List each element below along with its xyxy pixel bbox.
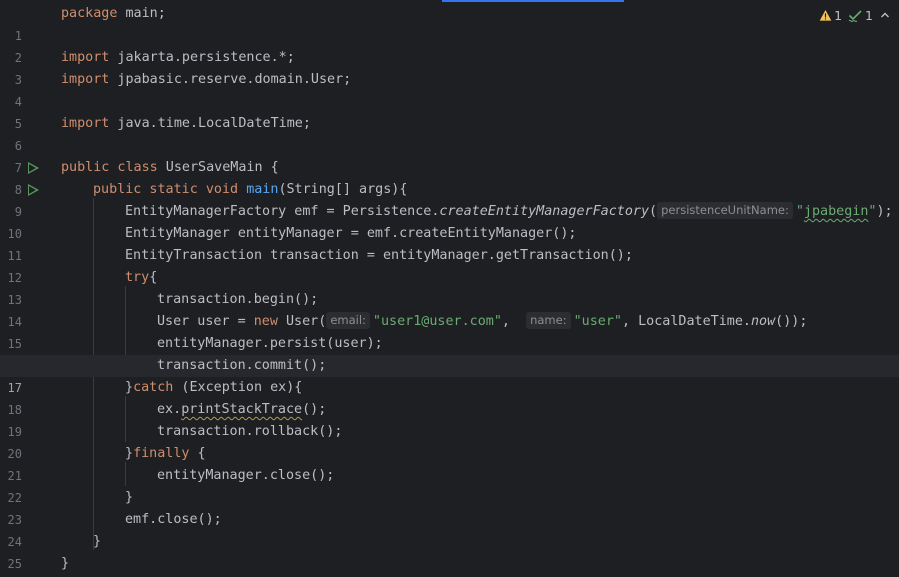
code-text: EntityManagerFactory emf = Persistence.c…	[125, 202, 893, 219]
code-text: transaction.commit();	[157, 358, 327, 373]
code-text: ex.printStackTrace();	[157, 402, 327, 417]
code-line[interactable]: 13 try{	[0, 267, 899, 307]
code-line[interactable]: 11 EntityManager entityManager = emf.cre…	[0, 223, 899, 263]
run-class-icon[interactable]	[28, 162, 39, 174]
code-line[interactable]: 26 }	[0, 553, 899, 575]
horizontal-scroll-thumb[interactable]	[442, 0, 624, 2]
code-line[interactable]: 10 EntityManagerFactory emf = Persistenc…	[0, 201, 899, 241]
code-editor[interactable]: 1 1 1 package main; 2 3 import jakarta.p…	[0, 0, 899, 577]
code-text: entityManager.persist(user);	[157, 336, 383, 351]
parameter-hint: name:	[526, 312, 571, 329]
code-text: package main;	[61, 6, 166, 21]
code-line[interactable]: 3 import jakarta.persistence.*;	[0, 47, 899, 87]
code-line[interactable]: 23 }	[0, 487, 899, 527]
code-text: EntityManager entityManager = emf.create…	[125, 226, 577, 241]
code-text: }	[61, 556, 70, 571]
code-text: }	[125, 490, 134, 505]
code-text: }finally {	[125, 446, 206, 461]
code-text: emf.close();	[125, 512, 222, 527]
code-line[interactable]: 1 package main;	[0, 3, 899, 43]
code-text: transaction.rollback();	[157, 424, 343, 439]
code-line-current[interactable]: 17 transaction.commit();	[0, 355, 899, 395]
code-line[interactable]: 18 }catch (Exception ex){	[0, 377, 899, 417]
code-line[interactable]: 6 import java.time.LocalDateTime;	[0, 113, 899, 153]
code-text: User user = new User(email: "user1@user.c…	[157, 312, 808, 329]
code-text: entityManager.close();	[157, 468, 335, 483]
code-text: EntityTransaction transaction = entityMa…	[125, 248, 633, 263]
code-line[interactable]: 16 entityManager.persist(user);	[0, 333, 899, 373]
code-text: try{	[125, 270, 158, 285]
code-line[interactable]: 5	[0, 91, 899, 131]
code-line[interactable]: 12 EntityTransaction transaction = entit…	[0, 245, 899, 285]
code-text: import jpabasic.reserve.domain.User;	[61, 72, 352, 87]
code-text: import jakarta.persistence.*;	[61, 50, 295, 65]
code-line[interactable]: 25 }	[0, 531, 899, 571]
code-line[interactable]: 4 import jpabasic.reserve.domain.User;	[0, 69, 899, 109]
code-line[interactable]: 8 public class UserSaveMain {	[0, 157, 899, 197]
code-text: transaction.begin();	[157, 292, 319, 307]
run-main-icon[interactable]	[28, 184, 39, 196]
code-text: public static void main(String[] args){	[93, 182, 408, 197]
code-text: import java.time.LocalDateTime;	[61, 116, 311, 131]
code-line[interactable]: 15 User user = new User(email: "user1@use…	[0, 311, 899, 351]
code-line[interactable]: 2	[0, 25, 899, 65]
code-line[interactable]: 19 ex.printStackTrace();	[0, 399, 899, 439]
code-line[interactable]: 21 }finally {	[0, 443, 899, 483]
parameter-hint: persistenceUnitName:	[657, 202, 793, 219]
code-text: }catch (Exception ex){	[125, 380, 303, 395]
code-line[interactable]: 7	[0, 135, 899, 175]
parameter-hint: email:	[326, 312, 370, 329]
code-line[interactable]: 24 emf.close();	[0, 509, 899, 549]
code-line[interactable]: 14 transaction.begin();	[0, 289, 899, 329]
code-text: public class UserSaveMain {	[61, 160, 279, 175]
code-line[interactable]: 20 transaction.rollback();	[0, 421, 899, 461]
code-line[interactable]: 22 entityManager.close();	[0, 465, 899, 505]
code-line[interactable]: 9 public static void main(String[] args)…	[0, 179, 899, 219]
code-text: }	[93, 534, 102, 549]
